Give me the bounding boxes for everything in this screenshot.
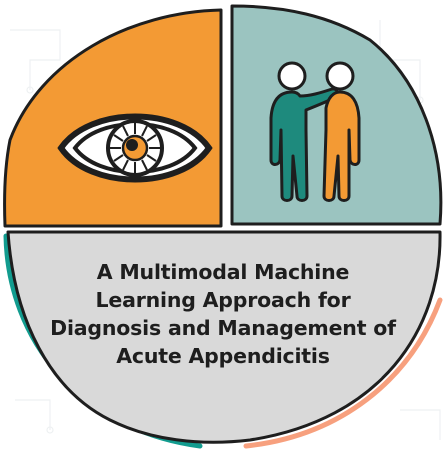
eye-icon (57, 113, 213, 183)
emblem-graphic (3, 4, 443, 449)
title-line-4: Acute Appendicitis (116, 344, 330, 368)
title-line-2: Learning Approach for (95, 288, 351, 312)
title-line-3: Diagnosis and Management of (50, 316, 396, 340)
title-text: A Multimodal Machine Learning Approach f… (20, 258, 426, 370)
title-line-1: A Multimodal Machine (96, 260, 350, 284)
logo-canvas: A Multimodal Machine Learning Approach f… (0, 0, 446, 451)
